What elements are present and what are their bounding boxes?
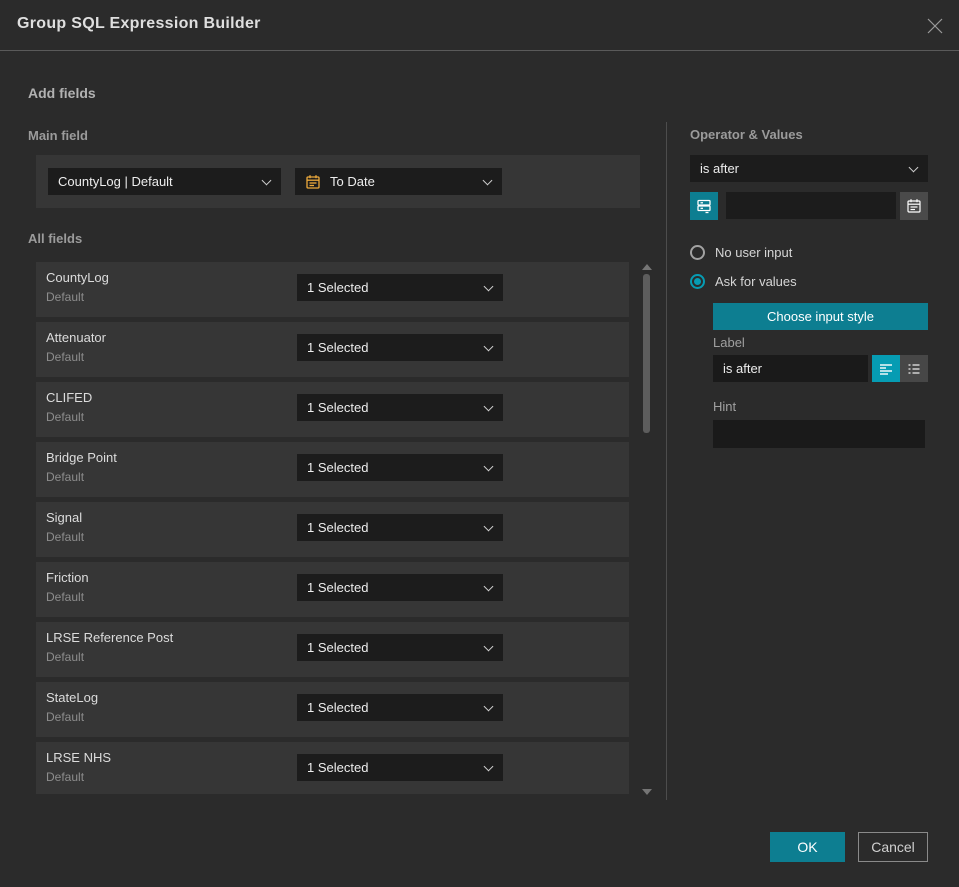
label-field-label: Label (713, 335, 745, 350)
hint-value-input[interactable] (713, 420, 925, 448)
field-row-subtitle: Default (46, 770, 85, 784)
choose-input-style-button[interactable]: Choose input style (713, 303, 928, 330)
field-row-select-value: 1 Selected (307, 640, 369, 655)
field-row-select[interactable]: 1 Selected (297, 634, 503, 661)
date-value-input[interactable] (726, 192, 896, 219)
chevron-down-icon (261, 175, 272, 185)
field-row-select[interactable]: 1 Selected (297, 454, 503, 481)
chevron-down-icon (483, 641, 494, 651)
chevron-down-icon (483, 761, 494, 771)
align-left-icon[interactable] (872, 355, 900, 382)
field-row-subtitle: Default (46, 290, 85, 304)
main-field-container: CountyLog | Default To Date (36, 155, 640, 208)
chevron-down-icon (483, 281, 494, 291)
operator-select[interactable]: is after (690, 155, 928, 182)
field-row: Bridge Point Default 1 Selected (36, 442, 629, 497)
field-row-select-value: 1 Selected (307, 760, 369, 775)
chevron-down-icon (908, 162, 919, 172)
add-fields-heading: Add fields (28, 85, 96, 101)
field-row: CountyLog Default 1 Selected (36, 262, 629, 317)
chevron-down-icon (483, 461, 494, 471)
field-row-name: Friction (46, 570, 89, 585)
field-row-name: StateLog (46, 690, 99, 705)
field-row-select-value: 1 Selected (307, 280, 369, 295)
field-row-subtitle: Default (46, 650, 85, 664)
field-row-name: Attenuator (46, 330, 106, 345)
radio-ask-for-values[interactable]: Ask for values (690, 274, 797, 289)
field-type-select-value: To Date (330, 174, 375, 189)
main-field-label: Main field (28, 128, 88, 143)
field-row-select-value: 1 Selected (307, 400, 369, 415)
field-row-subtitle: Default (46, 350, 85, 364)
field-row-name: CLIFED (46, 390, 93, 405)
field-row-name: Signal (46, 510, 83, 525)
field-type-select[interactable]: To Date (295, 168, 502, 195)
radio-no-user-input-label: No user input (715, 245, 793, 260)
field-row: Attenuator Default 1 Selected (36, 322, 629, 377)
field-row: Friction Default 1 Selected (36, 562, 629, 617)
field-row-select-value: 1 Selected (307, 580, 369, 595)
panel-divider (666, 122, 667, 800)
field-row-select[interactable]: 1 Selected (297, 334, 503, 361)
radio-ask-for-values-label: Ask for values (715, 274, 797, 289)
chevron-down-icon (483, 401, 494, 411)
field-row-select[interactable]: 1 Selected (297, 394, 503, 421)
scrollbar-thumb[interactable] (643, 274, 650, 433)
close-icon[interactable] (925, 16, 945, 36)
field-row-select[interactable]: 1 Selected (297, 514, 503, 541)
field-row-name: Bridge Point (46, 450, 117, 465)
dialog-title: Group SQL Expression Builder (17, 15, 261, 32)
field-row: CLIFED Default 1 Selected (36, 382, 629, 437)
field-row-select-value: 1 Selected (307, 520, 369, 535)
scrollbar-up-arrow[interactable] (642, 264, 652, 270)
calendar-icon[interactable] (900, 192, 928, 220)
field-row-subtitle: Default (46, 710, 85, 724)
hint-field-label: Hint (713, 399, 737, 414)
radio-circle-icon (690, 245, 705, 260)
field-row: LRSE Reference Post Default 1 Selected (36, 622, 629, 677)
field-row-select-value: 1 Selected (307, 700, 369, 715)
field-row: LRSE NHS Default 1 Selected (36, 742, 629, 794)
field-row-select[interactable]: 1 Selected (297, 694, 503, 721)
chevron-down-icon (483, 701, 494, 711)
field-row: StateLog Default 1 Selected (36, 682, 629, 737)
field-row-select[interactable]: 1 Selected (297, 274, 503, 301)
operator-values-label: Operator & Values (690, 127, 803, 142)
field-row-subtitle: Default (46, 590, 85, 604)
field-row-select-value: 1 Selected (307, 460, 369, 475)
chevron-down-icon (482, 175, 493, 185)
field-row-subtitle: Default (46, 530, 85, 544)
field-row-select[interactable]: 1 Selected (297, 754, 503, 781)
calendar-icon (305, 174, 321, 190)
radio-selected-icon (690, 274, 705, 289)
field-row: Signal Default 1 Selected (36, 502, 629, 557)
field-row-name: LRSE Reference Post (46, 630, 174, 645)
operator-select-value: is after (700, 161, 740, 176)
field-row-select-value: 1 Selected (307, 340, 369, 355)
radio-no-user-input[interactable]: No user input (690, 245, 792, 260)
chevron-down-icon (483, 341, 494, 351)
chevron-down-icon (483, 581, 494, 591)
scrollbar-down-arrow[interactable] (642, 789, 652, 795)
unique-values-icon[interactable] (690, 192, 718, 220)
field-row-select[interactable]: 1 Selected (297, 574, 503, 601)
ok-button[interactable]: OK (770, 832, 845, 862)
main-field-select[interactable]: CountyLog | Default (48, 168, 281, 195)
field-row-subtitle: Default (46, 410, 85, 424)
dialog-titlebar: Group SQL Expression Builder (0, 0, 959, 51)
main-field-select-value: CountyLog | Default (58, 174, 173, 189)
all-fields-label: All fields (28, 231, 83, 246)
chevron-down-icon (483, 521, 494, 531)
field-row-name: LRSE NHS (46, 750, 112, 765)
cancel-button[interactable]: Cancel (858, 832, 928, 862)
all-fields-list: CountyLog Default 1 Selected Attenuator … (36, 262, 629, 794)
field-row-name: CountyLog (46, 270, 109, 285)
label-value-input[interactable] (713, 355, 868, 382)
field-row-subtitle: Default (46, 470, 85, 484)
list-icon[interactable] (900, 355, 928, 382)
